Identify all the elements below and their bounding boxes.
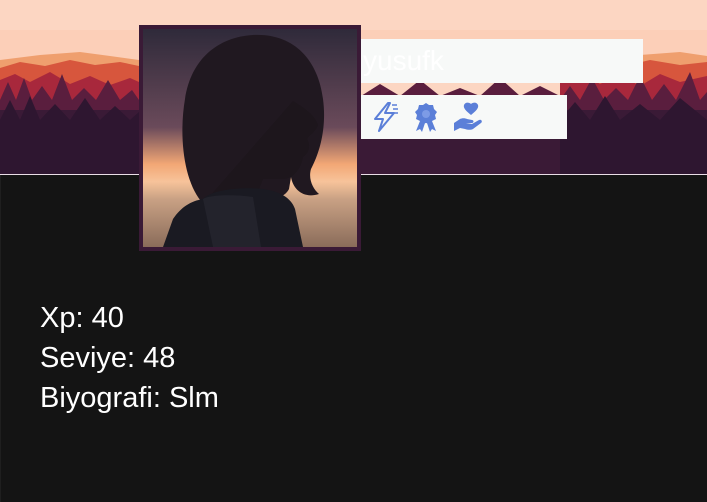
- hand-holding-heart-icon[interactable]: [451, 100, 485, 134]
- profile-stats: Xp: 40 Seviye: 48 Biyografi: Slm: [40, 298, 219, 418]
- bio-text: Biyografi: Slm: [40, 382, 219, 414]
- award-ribbon-icon[interactable]: [409, 100, 443, 134]
- badge-bar: [361, 95, 567, 139]
- username-box: yusufk: [361, 39, 643, 83]
- xp-text: Xp: 40: [40, 302, 124, 334]
- profile-photo-image: [143, 29, 357, 247]
- username: yusufk: [363, 45, 444, 76]
- level-text: Seviye: 48: [40, 342, 176, 374]
- avatar: [139, 25, 361, 251]
- lightning-bolt-icon[interactable]: [367, 100, 401, 134]
